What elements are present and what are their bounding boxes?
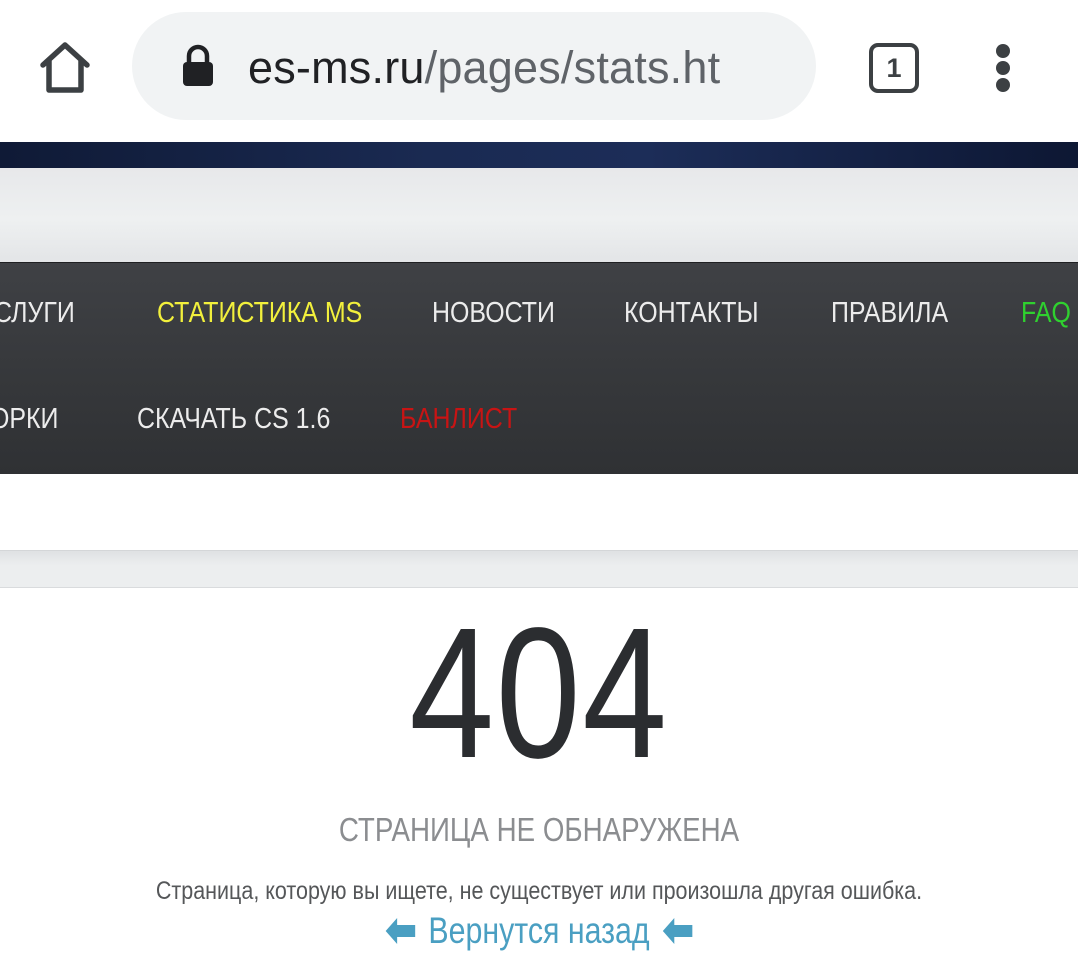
- nav-item-builds[interactable]: ОРКИ: [0, 399, 58, 439]
- url-text[interactable]: es-ms.ru/pages/stats.ht: [248, 38, 790, 98]
- error-code: 404: [409, 590, 669, 797]
- nav-item-banlist[interactable]: БАНЛИСТ: [400, 399, 517, 439]
- url-domain: es-ms.ru: [248, 42, 425, 93]
- nav-item-statistics[interactable]: СТАТИСТИКА MS: [157, 293, 362, 333]
- section-divider: [0, 550, 1078, 588]
- tab-count: 1: [886, 53, 902, 83]
- error-title: СТРАНИЦА НЕ ОБНАРУЖЕНА: [338, 811, 740, 848]
- content-spacer: [0, 474, 1078, 550]
- tab-switcher-button[interactable]: 1: [866, 40, 920, 94]
- home-icon: [40, 42, 90, 93]
- url-path: /pages/stats.ht: [424, 42, 721, 93]
- browser-toolbar: es-ms.ru/pages/stats.ht 1: [0, 0, 1078, 142]
- tab-switcher-icon: 1: [869, 43, 919, 93]
- nav-item-contacts[interactable]: КОНТАКТЫ: [624, 293, 759, 333]
- arrow-left-icon: [662, 918, 693, 944]
- site-banner: [0, 142, 1078, 168]
- main-navigation: СЛУГИ СТАТИСТИКА MS НОВОСТИ КОНТАКТЫ ПРА…: [0, 262, 1078, 474]
- nav-item-faq[interactable]: FAQ: [1021, 293, 1071, 333]
- lock-icon: [180, 44, 216, 88]
- nav-item-news[interactable]: НОВОСТИ: [432, 293, 555, 333]
- nav-item-rules[interactable]: ПРАВИЛА: [831, 293, 948, 333]
- arrow-left-icon: [385, 918, 416, 944]
- header-bar: [0, 168, 1078, 262]
- error-description: Страница, которую вы ищете, не существуе…: [155, 877, 923, 905]
- home-button[interactable]: [34, 38, 96, 96]
- back-link-label: Вернутся назад: [428, 910, 650, 951]
- nav-item-services[interactable]: СЛУГИ: [0, 293, 75, 333]
- back-link[interactable]: Вернутся назад: [97, 908, 981, 954]
- nav-item-download-cs[interactable]: СКАЧАТЬ CS 1.6: [137, 399, 330, 439]
- more-menu-button[interactable]: [982, 40, 1026, 96]
